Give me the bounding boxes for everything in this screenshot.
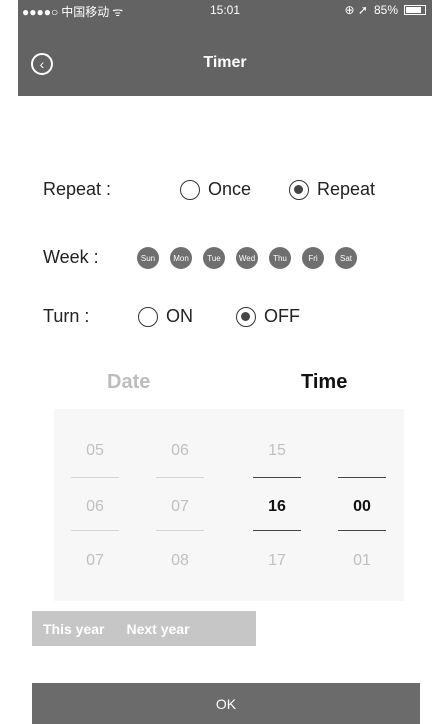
wheel-divider (338, 530, 386, 531)
battery-icon (404, 5, 426, 15)
turn-label: Turn : (43, 306, 90, 326)
phone-screen: ●●●●○ 中国移动 ᯤ 15:01 ⊕ ➚ 85% ‹ Timer Repea… (18, 0, 432, 724)
wheel-divider (253, 477, 301, 478)
status-right: ⊕ ➚ 85% (345, 3, 426, 17)
wheel-item: 06 (171, 442, 189, 459)
radio-circle-icon (236, 306, 256, 327)
day-thu-button[interactable]: Thu (269, 247, 291, 269)
week-label: Week : (43, 247, 99, 267)
turn-on-radio[interactable]: ON (138, 306, 193, 327)
radio-circle-icon (289, 179, 309, 200)
radio-circle-icon (180, 179, 200, 200)
day-wed-button[interactable]: Wed (236, 247, 258, 269)
tab-time[interactable]: Time (301, 371, 347, 394)
ok-button[interactable]: OK (32, 683, 420, 724)
radio-label: ON (166, 306, 193, 326)
wheel-divider (156, 477, 204, 478)
page-title: Timer (203, 54, 247, 71)
this-year-button[interactable]: This year (32, 621, 115, 637)
week-days: Sun Mon Tue Wed Thu Fri Sat (137, 247, 357, 269)
radio-label: OFF (264, 306, 300, 326)
repeat-label: Repeat : (43, 179, 112, 199)
radio-label: Repeat (317, 179, 376, 199)
wheel-item: 15 (268, 442, 286, 459)
tab-date[interactable]: Date (107, 371, 150, 394)
wheel-divider (338, 477, 386, 478)
radio-circle-icon (138, 306, 158, 327)
day-sat-button[interactable]: Sat (335, 247, 357, 269)
status-bar: ●●●●○ 中国移动 ᯤ 15:01 ⊕ ➚ 85% (18, 0, 432, 20)
wheel-item: 05 (86, 442, 104, 459)
wheel-item: 08 (171, 552, 189, 569)
repeat-repeat-radio[interactable]: Repeat (289, 179, 375, 200)
day-wheel[interactable]: 06 07 08 (156, 409, 204, 601)
wheel-item-selected: 00 (353, 498, 371, 515)
minute-wheel[interactable]: 00 01 (338, 409, 386, 601)
day-mon-button[interactable]: Mon (170, 247, 192, 269)
wheel-item: 06 (86, 498, 104, 515)
wheel-divider (71, 530, 119, 531)
wheel-item: 07 (86, 552, 104, 569)
wheel-divider (253, 530, 301, 531)
day-sun-button[interactable]: Sun (137, 247, 159, 269)
location-icon: ⊕ ➚ (344, 3, 368, 17)
wheel-item: 17 (268, 552, 286, 569)
turn-off-radio[interactable]: OFF (236, 306, 300, 327)
wheel-item-selected: 16 (268, 498, 286, 515)
datetime-picker[interactable]: 05 06 07 06 07 08 15 16 17 00 01 (54, 409, 404, 601)
battery-fill (406, 7, 421, 13)
month-wheel[interactable]: 05 06 07 (71, 409, 119, 601)
next-year-button[interactable]: Next year (115, 621, 200, 637)
day-fri-button[interactable]: Fri (302, 247, 324, 269)
repeat-once-radio[interactable]: Once (180, 179, 251, 200)
wheel-divider (156, 530, 204, 531)
year-selector: This year Next year (32, 611, 256, 646)
battery-percent: 85% (373, 3, 398, 17)
radio-label: Once (208, 179, 252, 199)
wheel-item: 01 (353, 552, 371, 569)
wheel-divider (71, 477, 119, 478)
hour-wheel[interactable]: 15 16 17 (253, 409, 301, 601)
nav-bar: ‹ Timer (18, 20, 432, 96)
day-tue-button[interactable]: Tue (203, 247, 225, 269)
wheel-item: 07 (171, 498, 189, 515)
